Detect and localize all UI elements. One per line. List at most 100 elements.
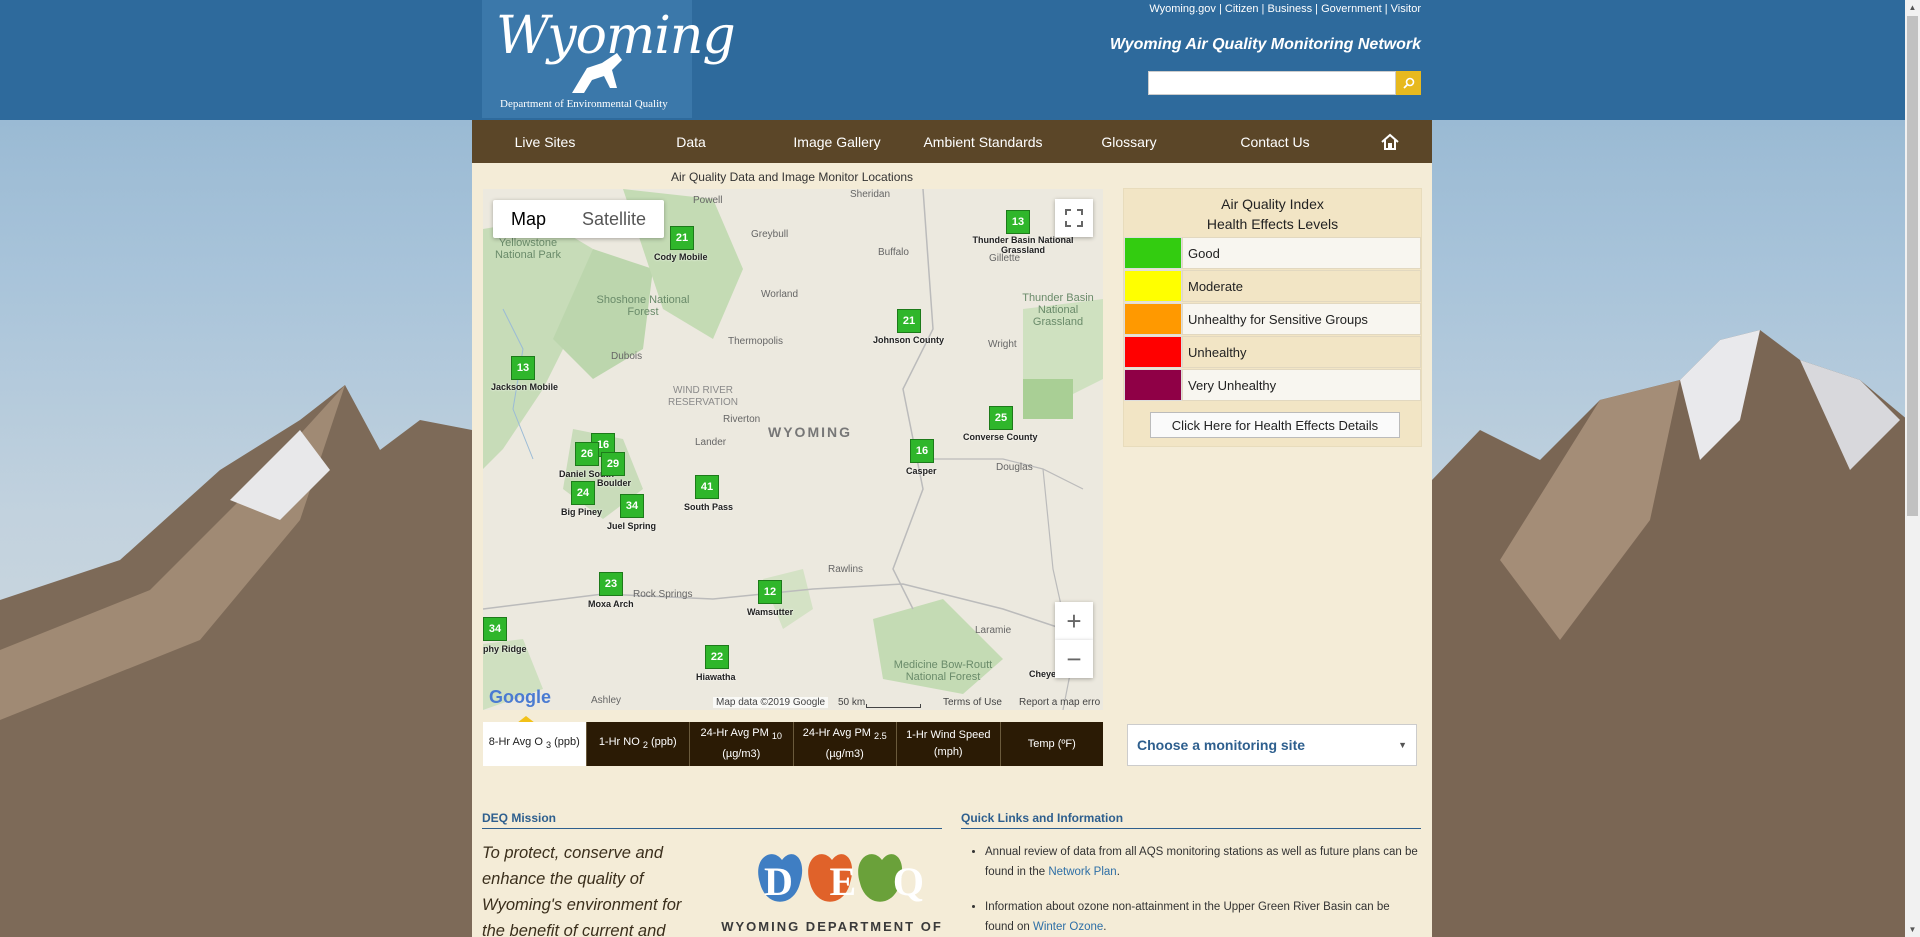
tab-temp[interactable]: Temp (ºF) <box>999 722 1104 766</box>
tab-wind-speed[interactable]: 1-Hr Wind Speed (mph) <box>896 722 1000 766</box>
bucking-horse-icon <box>572 53 622 93</box>
link-citizen[interactable]: Citizen <box>1225 3 1259 15</box>
map-type-map[interactable]: Map <box>493 200 564 238</box>
map-scale: 50 km <box>838 697 866 708</box>
site-marker[interactable]: 23 <box>599 572 623 596</box>
nav-data[interactable]: Data <box>618 134 764 150</box>
link-government[interactable]: Government <box>1321 3 1382 15</box>
quick-links: Annual review of data from all AQS monit… <box>961 842 1421 937</box>
aqi-label: Moderate <box>1182 270 1421 302</box>
map-terms-link[interactable]: Terms of Use <box>943 697 1002 708</box>
search-button[interactable] <box>1396 71 1421 95</box>
site-marker[interactable]: 34 <box>483 617 507 641</box>
minus-icon: − <box>1066 643 1082 674</box>
fullscreen-button[interactable] <box>1055 199 1093 237</box>
aqi-swatch <box>1124 270 1182 302</box>
site-marker[interactable]: 13 <box>1006 210 1030 234</box>
tab-ozone[interactable]: 8-Hr Avg O 3 (ppb) <box>483 722 586 766</box>
site-label: Johnson County <box>873 335 944 345</box>
zoom-out-button[interactable]: − <box>1055 640 1093 678</box>
place-label: Rawlins <box>828 564 864 575</box>
site-marker[interactable]: 25 <box>989 406 1013 430</box>
health-effects-button[interactable]: Click Here for Health Effects Details <box>1150 412 1400 438</box>
nav-ambient-standards[interactable]: Ambient Standards <box>910 134 1056 150</box>
scale-bar <box>866 704 921 708</box>
monitor-map[interactable]: Yellowstone National Park Shoshone Natio… <box>483 189 1103 710</box>
site-marker[interactable]: 41 <box>695 475 719 499</box>
site-marker[interactable]: 13 <box>511 356 535 380</box>
monitoring-site-select[interactable]: Choose a monitoring site ▼ <box>1127 724 1417 766</box>
wyoming-deq-logo[interactable]: Wyoming Department of Environmental Qual… <box>482 0 736 118</box>
search-input[interactable] <box>1148 71 1396 95</box>
aqi-row-unhealthy: Unhealthy <box>1124 336 1421 369</box>
page-scrollbar[interactable]: ▲ ▼ <box>1905 0 1920 937</box>
map-data-attribution: Map data ©2019 Google <box>713 697 829 708</box>
site-label: Moxa Arch <box>588 599 634 609</box>
zoom-in-button[interactable]: + <box>1055 602 1093 640</box>
site-marker[interactable]: 29 <box>601 452 625 476</box>
site-label: Big Piney <box>561 507 603 517</box>
aqi-row-very-unhealthy: Very Unhealthy <box>1124 369 1421 402</box>
site-marker[interactable]: 21 <box>897 309 921 333</box>
place-label: Worland <box>761 289 799 300</box>
network-title: Wyoming Air Quality Monitoring Network <box>1109 36 1421 53</box>
link-business[interactable]: Business <box>1267 3 1312 15</box>
nav-image-gallery[interactable]: Image Gallery <box>764 134 910 150</box>
site-marker[interactable]: 26 <box>575 442 599 466</box>
fullscreen-icon <box>1065 209 1083 227</box>
mission-text: To protect, conserve and enhance the qua… <box>482 844 682 937</box>
site-select-value: Choose a monitoring site <box>1137 737 1306 753</box>
site-marker[interactable]: 12 <box>758 580 782 604</box>
place-label: Riverton <box>723 414 761 425</box>
place-label: Thermopolis <box>728 336 784 347</box>
aqi-label: Very Unhealthy <box>1182 369 1421 401</box>
scroll-thumb[interactable] <box>1907 16 1918 516</box>
place-label: Wright <box>988 339 1017 350</box>
search-icon <box>1402 77 1414 89</box>
site-marker[interactable]: 21 <box>670 226 694 250</box>
region-shoshone: Shoshone National Forest <box>596 294 690 318</box>
aqi-label: Good <box>1182 237 1421 269</box>
site-label: Casper <box>906 466 937 476</box>
link-wyoming-gov[interactable]: Wyoming.gov <box>1149 3 1216 15</box>
main-content: Live Sites Data Image Gallery Ambient St… <box>472 120 1432 937</box>
site-label: Hiawatha <box>696 672 736 682</box>
aqi-row-sensitive: Unhealthy for Sensitive Groups <box>1124 303 1421 336</box>
network-plan-link[interactable]: Network Plan <box>1048 866 1116 878</box>
site-marker[interactable]: 34 <box>620 494 644 518</box>
logo-subtitle: Department of Environmental Quality <box>500 98 668 110</box>
tab-pm10[interactable]: 24-Hr Avg PM 10 (µg/m3) <box>689 722 793 766</box>
quick-link-item: Information about ozone non-attainment i… <box>985 897 1421 937</box>
link-visitor[interactable]: Visitor <box>1391 3 1421 15</box>
site-marker[interactable]: 24 <box>571 481 595 505</box>
deq-letters: DEQ <box>764 859 924 904</box>
mission-heading: DEQ Mission <box>482 811 942 829</box>
site-header: Wyoming Department of Environmental Qual… <box>0 0 1905 120</box>
quick-link-item: Annual review of data from all AQS monit… <box>985 842 1421 882</box>
winter-ozone-link[interactable]: Winter Ozone <box>1033 921 1103 933</box>
site-label: Jackson Mobile <box>491 382 559 392</box>
site-marker[interactable]: 16 <box>910 439 934 463</box>
quick-links-heading: Quick Links and Information <box>961 811 1421 829</box>
place-label: Douglas <box>996 462 1033 473</box>
place-label: Sheridan <box>850 189 891 200</box>
tab-no2[interactable]: 1-Hr NO 2 (ppb) <box>585 722 690 766</box>
scroll-up-icon[interactable]: ▲ <box>1905 0 1920 15</box>
map-type-toggle: Map Satellite <box>493 200 665 238</box>
tab-pm25[interactable]: 24-Hr Avg PM 2.5 (µg/m3) <box>792 722 897 766</box>
scroll-down-icon[interactable]: ▼ <box>1905 922 1920 937</box>
deq-logo-subtitle: WYOMING DEPARTMENT OF <box>721 919 943 934</box>
region-yellowstone: Yellowstone National Park <box>494 237 562 261</box>
nav-contact-us[interactable]: Contact Us <box>1202 134 1348 150</box>
map-type-satellite[interactable]: Satellite <box>564 200 664 238</box>
home-icon <box>1381 133 1399 150</box>
dropdown-arrow-icon: ▼ <box>1398 740 1407 750</box>
nav-live-sites[interactable]: Live Sites <box>472 134 618 150</box>
map-footer: Google Map data ©2019 Google 50 km Terms… <box>483 687 1103 710</box>
map-report-link[interactable]: Report a map erro <box>1019 697 1100 708</box>
site-marker[interactable]: 22 <box>705 645 729 669</box>
nav-glossary[interactable]: Glossary <box>1056 134 1202 150</box>
place-label: Powell <box>693 195 723 206</box>
nav-home[interactable] <box>1348 133 1432 151</box>
aqi-row-good: Good <box>1124 237 1421 270</box>
